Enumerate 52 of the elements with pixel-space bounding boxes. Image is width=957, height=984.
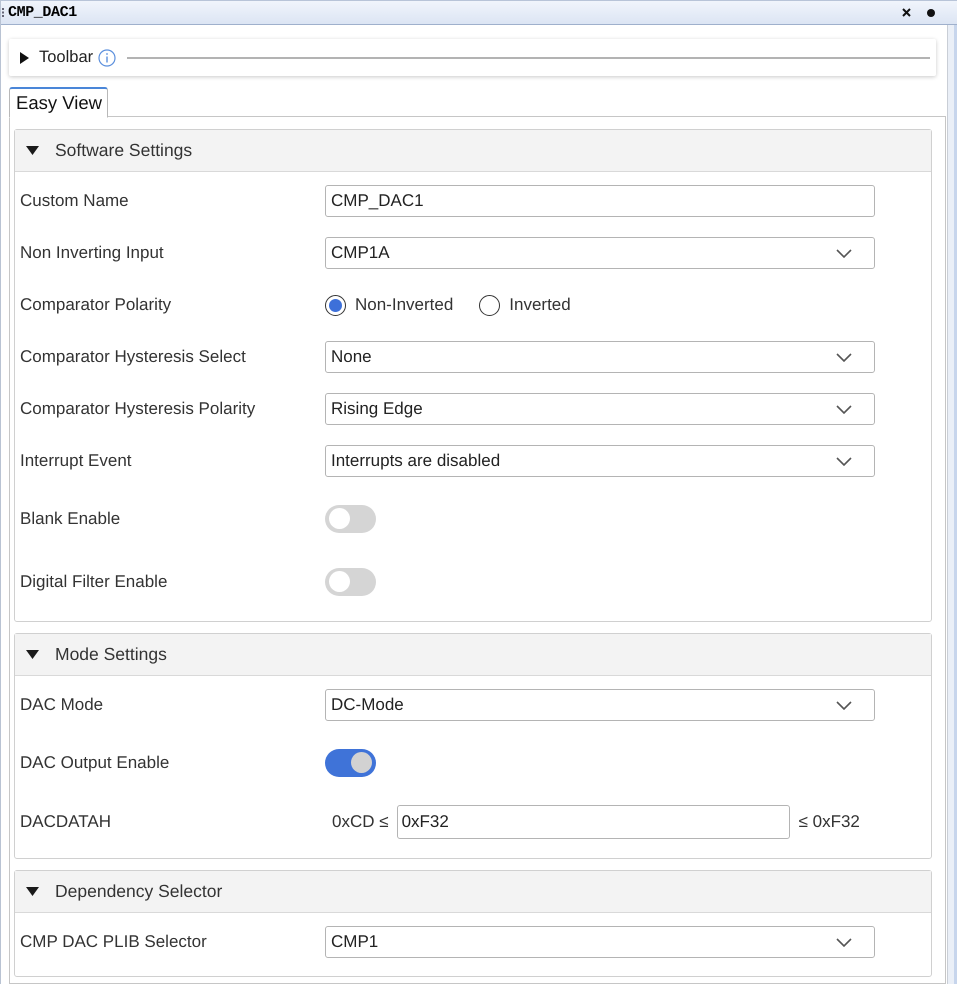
grip-icon — [2, 8, 5, 17]
field-label: Comparator Hysteresis Polarity — [20, 399, 256, 419]
collapse-triangle-icon[interactable] — [26, 146, 39, 155]
radio-button[interactable] — [479, 294, 500, 316]
dropdown[interactable]: Interrupts are disabled — [325, 445, 875, 477]
toolbar-label[interactable]: Toolbar — [39, 48, 94, 67]
field-label: Comparator Hysteresis Select — [20, 347, 247, 367]
section-header[interactable]: Mode Settings — [15, 634, 931, 676]
field-label: DAC Mode — [20, 695, 104, 715]
dropdown[interactable]: None — [325, 341, 875, 373]
radio-option-label[interactable]: Inverted — [509, 295, 571, 315]
expand-triangle-icon[interactable] — [20, 52, 29, 64]
text-field[interactable]: CMP_DAC1 — [325, 185, 875, 217]
chevron-down-icon — [836, 248, 852, 258]
section-header[interactable]: Dependency Selector — [15, 871, 931, 913]
field-label: Non Inverting Input — [20, 243, 165, 263]
dropdown[interactable]: CMP1A — [325, 237, 875, 269]
section-title: Mode Settings — [55, 644, 167, 665]
field-label: CMP DAC PLIB Selector — [20, 932, 208, 952]
chevron-down-icon — [836, 700, 852, 710]
toggle-switch[interactable] — [325, 504, 376, 532]
range-min-label: 0xCD ≤ — [332, 812, 389, 832]
dropdown[interactable]: DC-Mode — [325, 689, 875, 721]
collapse-triangle-icon[interactable] — [26, 650, 39, 659]
dropdown[interactable]: CMP1 — [325, 926, 875, 958]
tab[interactable]: Easy View — [9, 87, 108, 118]
chevron-down-icon — [836, 456, 852, 466]
section-header[interactable]: Software Settings — [15, 130, 931, 172]
collapse-triangle-icon[interactable] — [26, 887, 39, 896]
number-field[interactable]: 0xF32 — [396, 805, 790, 839]
field-label: DAC Output Enable — [20, 752, 170, 772]
section-title: Software Settings — [55, 140, 192, 161]
radio-option-label[interactable]: Non-Inverted — [355, 295, 454, 315]
window-title: CMP_DAC1 — [8, 4, 77, 21]
toggle-switch[interactable] — [325, 568, 376, 596]
chevron-down-icon — [836, 938, 852, 946]
close-icon[interactable] — [902, 8, 911, 17]
dropdown[interactable]: Rising Edge — [325, 393, 875, 425]
radio-button[interactable] — [325, 294, 346, 316]
chevron-down-icon — [836, 404, 852, 414]
chevron-down-icon — [836, 352, 852, 362]
field-label: Blank Enable — [20, 508, 122, 528]
field-label: Custom Name — [20, 191, 130, 211]
info-icon[interactable] — [98, 48, 116, 66]
toggle-switch[interactable] — [325, 748, 376, 776]
section-title: Dependency Selector — [55, 881, 222, 902]
range-max-label: ≤ 0xF32 — [798, 812, 860, 832]
field-label: Interrupt Event — [20, 451, 133, 471]
field-label: Comparator Polarity — [20, 295, 172, 315]
field-label: DACDATAH — [20, 812, 112, 832]
field-label: Digital Filter Enable — [20, 572, 168, 592]
dot-icon[interactable] — [927, 8, 935, 16]
